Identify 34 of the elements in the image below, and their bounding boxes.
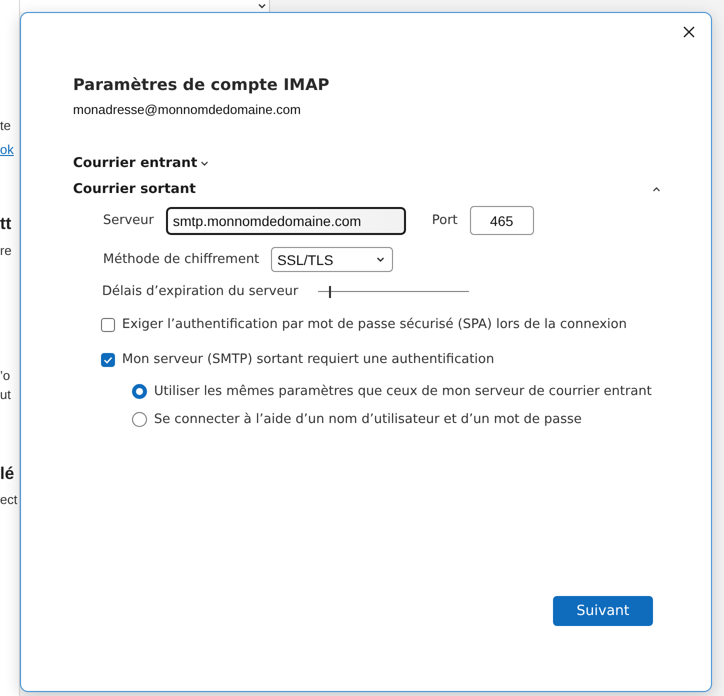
checkbox[interactable] [101, 352, 115, 366]
port-field[interactable]: 465 [470, 206, 534, 235]
body-text: re [0, 243, 12, 259]
account-address: monadresse@monnomdedomaine.com [73, 102, 302, 118]
encryption-label: Méthode de chiffrement [103, 252, 260, 267]
link[interactable]: ok [0, 142, 14, 158]
heading-text: lé [0, 464, 14, 484]
radio-button[interactable] [132, 384, 147, 399]
close-icon[interactable] [681, 24, 697, 40]
timeout-slider[interactable] [318, 286, 470, 298]
body-text: te [0, 118, 11, 134]
section-header[interactable]: Courrier sortant [73, 180, 661, 198]
body-text: ut [0, 387, 11, 403]
chevron-down-icon [257, 2, 267, 10]
dialog-title: Paramètres de compte IMAP [73, 74, 330, 96]
server-label: Serveur [103, 213, 154, 228]
chevron-down-icon [376, 256, 386, 263]
server-field[interactable]: smtp.monnomdedomaine.com [166, 206, 406, 234]
option-label: Mon serveur (SMTP) sortant requiert une authentification [122, 352, 494, 367]
section-header[interactable]: Courrier entrant [73, 154, 210, 172]
checkbox[interactable] [101, 318, 115, 332]
checkmark-icon [103, 354, 113, 364]
slider-thumb[interactable] [329, 286, 332, 298]
heading-text: tt [0, 214, 12, 234]
radio-button[interactable] [132, 412, 147, 427]
option-label: Utiliser les mêmes paramètres que ceux de mon serveur de courrier entrant [154, 384, 652, 399]
encryption-dropdown[interactable]: SSL/TLS [271, 247, 394, 272]
timeout-label: Délais d’expiration du serveur [102, 284, 298, 299]
body-text: ’o [0, 368, 10, 384]
body-text: ect [0, 492, 18, 508]
option-label: Se connecter à l’aide d’un nom d’utilisateur et d’un mot de passe [154, 412, 582, 427]
port-label: Port [432, 213, 458, 228]
option-label: Exiger l’authentification par mot de passe sécurisé (SPA) lors de la connexion [122, 317, 627, 332]
next-button[interactable]: Suivant [553, 596, 653, 626]
